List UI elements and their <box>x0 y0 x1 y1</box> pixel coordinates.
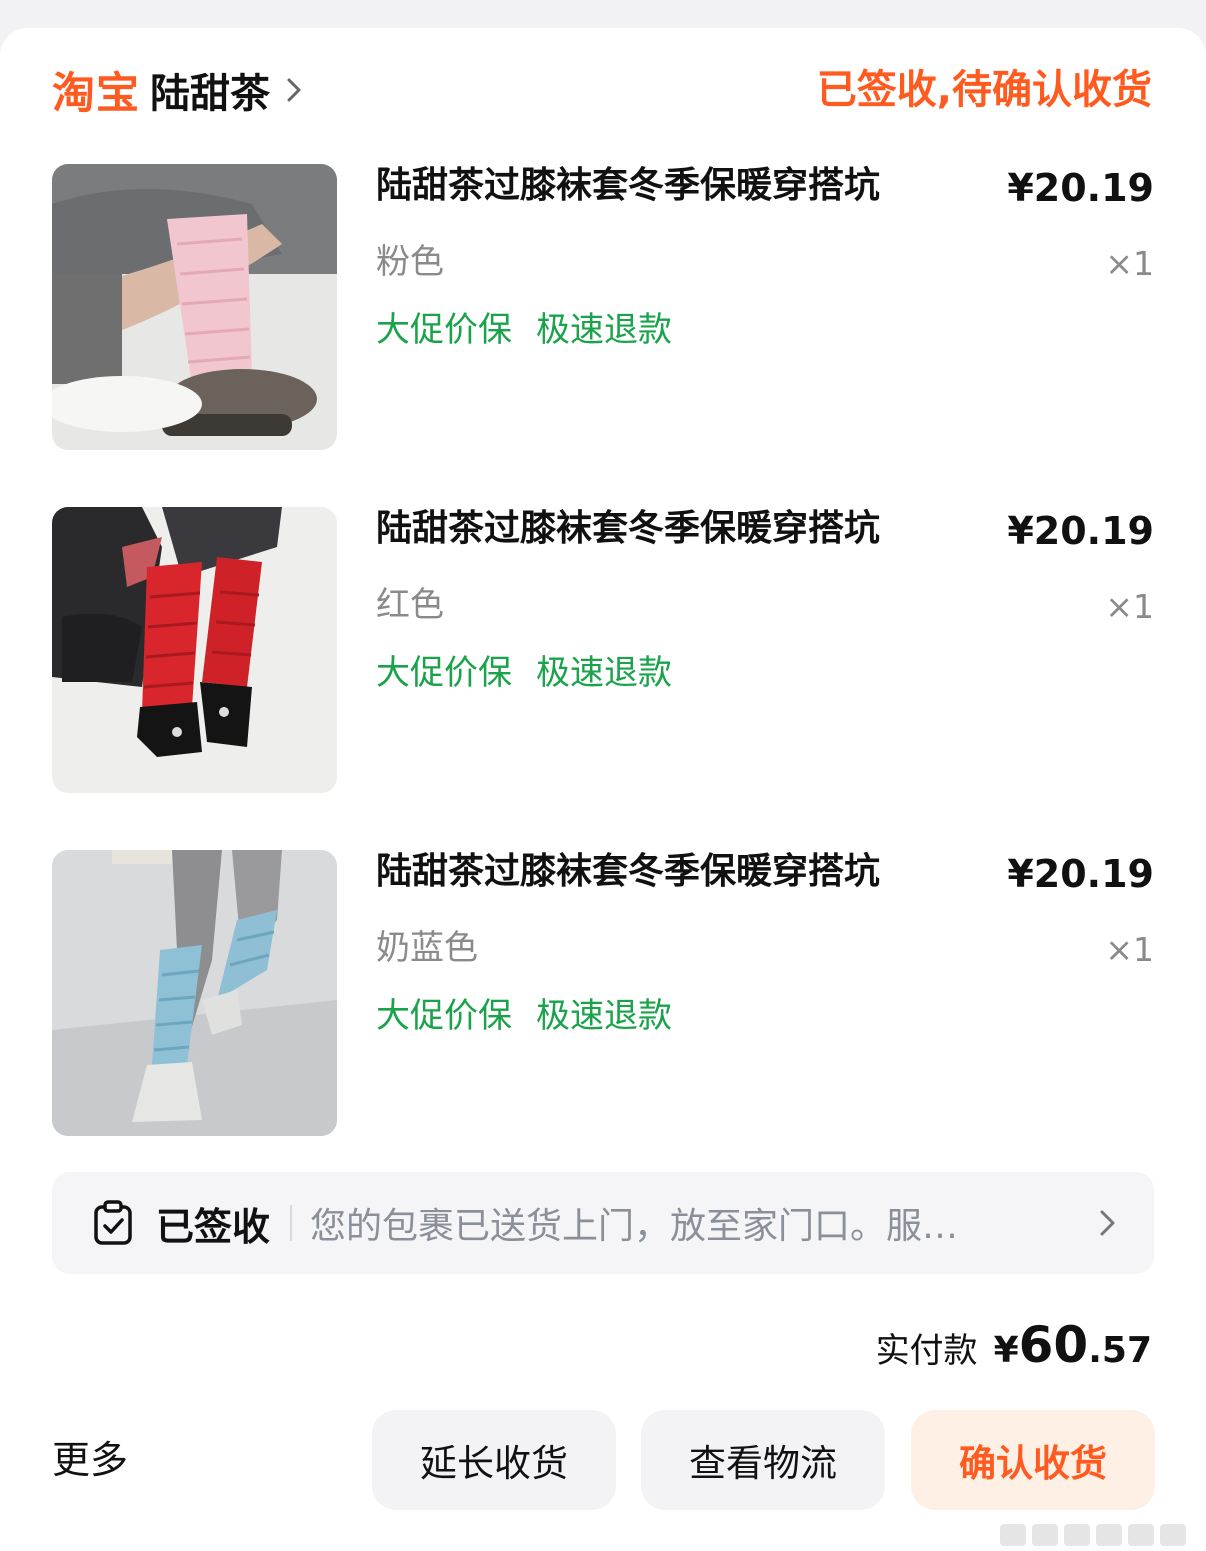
logistics-status: 已签收 <box>156 1204 271 1249</box>
order-status: 已签收,待确认收货 <box>816 67 1152 113</box>
logistics-message: 您的包裹已送货上门，放至家门口。服… <box>310 1206 959 1247</box>
more-button[interactable]: 更多 <box>52 1434 128 1486</box>
product-price: ¥20.19 <box>1007 509 1154 553</box>
price-protect-tag: 大促价保 <box>376 996 512 1036</box>
product-title[interactable]: 陆甜茶过膝袜套冬季保暖穿搭坑 <box>376 164 880 208</box>
total-paid: 实付款 ¥ 60 .57 <box>876 1316 1152 1376</box>
price-protect-tag: 大促价保 <box>376 653 512 693</box>
logistics-bar[interactable]: 已签收 您的包裹已送货上门，放至家门口。服… <box>52 1172 1154 1274</box>
order-item[interactable]: 陆甜茶过膝袜套冬季保暖穿搭坑 ¥20.19 奶蓝色 ×1 大促价保 极速退款 <box>52 850 1154 1136</box>
shop-header[interactable]: 淘宝 陆甜茶 <box>52 61 308 119</box>
service-tags: 大促价保 极速退款 <box>376 651 672 695</box>
watermark-bars <box>1000 1524 1186 1546</box>
total-label: 实付款 <box>875 1331 978 1371</box>
divider <box>290 1205 293 1241</box>
fast-refund-tag: 极速退款 <box>536 996 672 1036</box>
product-quantity: ×1 <box>1105 244 1154 283</box>
product-photo-red-leg-warmers[interactable] <box>52 507 337 793</box>
service-tags: 大促价保 极速退款 <box>376 994 672 1038</box>
product-variant: 奶蓝色 <box>376 928 478 968</box>
shop-name[interactable]: 陆甜茶 <box>150 61 270 119</box>
service-tags: 大促价保 极速退款 <box>376 308 672 352</box>
product-variant: 红色 <box>376 585 444 625</box>
clipboard-check-icon <box>94 1200 132 1245</box>
order-item[interactable]: 陆甜茶过膝袜套冬季保暖穿搭坑 ¥20.19 粉色 ×1 大促价保 极速退款 <box>52 164 1154 450</box>
product-variant: 粉色 <box>376 242 444 282</box>
chevron-right-icon <box>287 78 301 102</box>
confirm-receipt-button[interactable]: 确认收货 <box>911 1410 1155 1510</box>
product-photo-blue-leg-warmers[interactable] <box>52 850 337 1136</box>
order-item[interactable]: 陆甜茶过膝袜套冬季保暖穿搭坑 ¥20.19 红色 ×1 大促价保 极速退款 <box>52 507 1154 793</box>
extend-receipt-button[interactable]: 延长收货 <box>372 1410 616 1510</box>
product-price: ¥20.19 <box>1007 166 1154 210</box>
total-integer: 60 <box>1018 1316 1089 1374</box>
taobao-brand-label: 淘宝 <box>52 69 140 119</box>
fast-refund-tag: 极速退款 <box>536 653 672 693</box>
product-title[interactable]: 陆甜茶过膝袜套冬季保暖穿搭坑 <box>376 507 880 551</box>
total-decimal: .57 <box>1088 1330 1152 1371</box>
fast-refund-tag: 极速退款 <box>536 310 672 350</box>
product-price: ¥20.19 <box>1007 852 1154 896</box>
product-title[interactable]: 陆甜茶过膝袜套冬季保暖穿搭坑 <box>376 850 880 894</box>
product-quantity: ×1 <box>1105 930 1154 969</box>
view-logistics-button[interactable]: 查看物流 <box>641 1410 885 1510</box>
product-quantity: ×1 <box>1105 587 1154 626</box>
product-photo-pink-leg-warmers[interactable] <box>52 164 337 450</box>
total-currency: ¥ <box>993 1330 1019 1371</box>
chevron-right-icon <box>1100 1210 1115 1236</box>
price-protect-tag: 大促价保 <box>376 310 512 350</box>
